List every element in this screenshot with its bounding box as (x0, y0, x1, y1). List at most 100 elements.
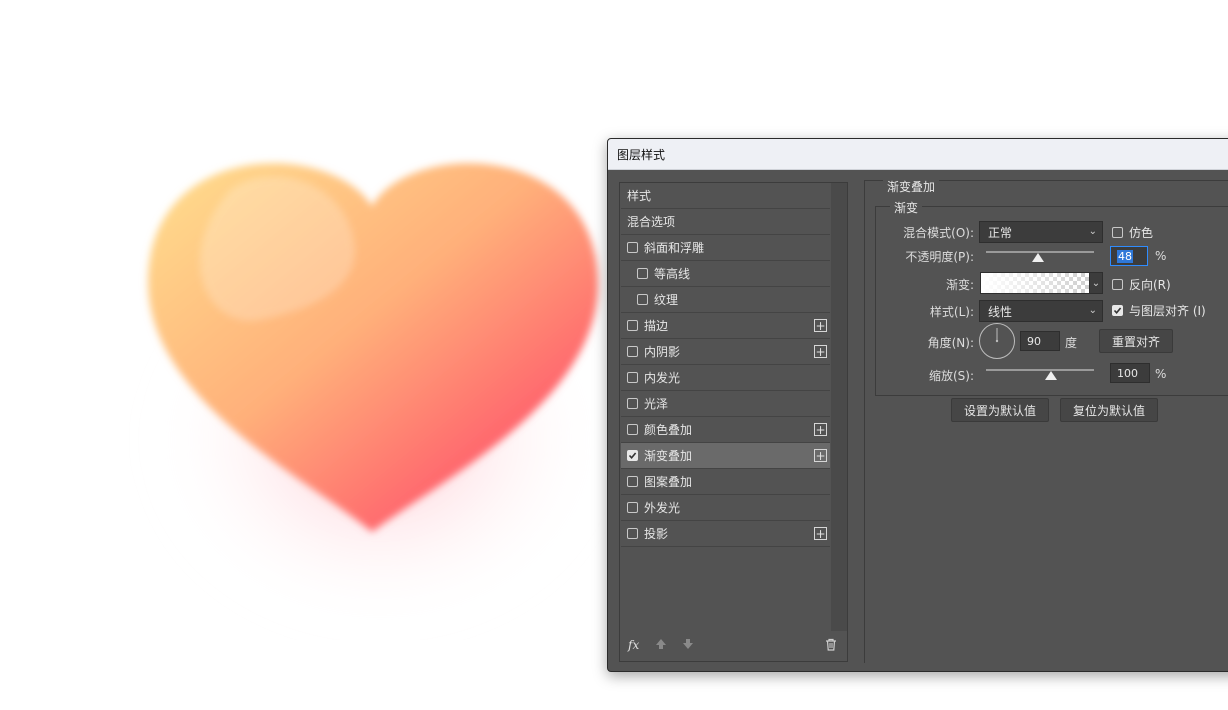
checkbox-box (1112, 227, 1123, 238)
reset-alignment-label: 重置对齐 (1111, 334, 1160, 349)
list-item-label: 图案叠加 (644, 475, 693, 489)
list-item-effect[interactable]: 图案叠加 (621, 469, 830, 495)
blend-mode-select[interactable]: 正常 ⌄ (979, 221, 1103, 243)
scale-unit: % (1155, 367, 1167, 381)
reverse-checkbox[interactable]: 反向(R) (1112, 276, 1171, 293)
add-effect-icon[interactable]: + (814, 449, 827, 462)
chevron-down-icon: ⌄ (1091, 277, 1101, 289)
angle-label: 角度(N): (927, 336, 974, 350)
style-label: 样式(L): (929, 305, 974, 319)
check-icon (628, 452, 637, 460)
list-item-label: 等高线 (654, 267, 691, 281)
layer-style-dialog: 图层样式 样式 混合选项 斜面和浮雕等高线纹理描边 + 内阴影 + 内发光光泽颜色叠加 +… (607, 138, 1228, 672)
list-item-label: 混合选项 (627, 215, 676, 229)
gradient-group: 渐变 混合模式(O): 正常 ⌄ 仿色 不透明度(P): 48 % 渐变: ⌄ (875, 199, 1228, 396)
list-item-label: 投影 (644, 527, 669, 541)
effect-checkbox[interactable] (627, 502, 638, 513)
list-item-label: 样式 (627, 189, 652, 203)
arrow-down-icon[interactable] (682, 638, 694, 653)
scale-slider-track[interactable] (986, 369, 1094, 371)
gradient-swatch[interactable] (980, 272, 1090, 294)
list-item-effect[interactable]: 等高线 (621, 261, 830, 287)
list-item-effect[interactable]: 内发光 (621, 365, 830, 391)
dialog-titlebar[interactable]: 图层样式 (608, 139, 1228, 170)
effect-checkbox[interactable] (627, 476, 638, 487)
add-effect-icon[interactable]: + (814, 527, 827, 540)
section-title: 渐变叠加 (883, 178, 940, 195)
list-item-label: 光泽 (644, 397, 669, 411)
reset-default-button[interactable]: 复位为默认值 (1060, 398, 1158, 422)
effect-checkbox[interactable] (627, 372, 638, 383)
list-item-effect[interactable]: 纹理 (621, 287, 830, 313)
effect-checkbox[interactable] (627, 450, 638, 461)
checkbox-box (1112, 305, 1123, 316)
list-item-effect[interactable]: 外发光 (621, 495, 830, 521)
opacity-input[interactable]: 48 (1110, 246, 1148, 266)
list-item-styles[interactable]: 样式 (621, 183, 830, 209)
effect-checkbox[interactable] (627, 528, 638, 539)
opacity-label: 不透明度(P): (905, 250, 974, 264)
align-label: 与图层对齐 (I) (1129, 304, 1206, 318)
effect-checkbox[interactable] (627, 320, 638, 331)
style-list-scrollbar[interactable] (831, 183, 847, 631)
set-default-label: 设置为默认值 (963, 403, 1036, 418)
blend-mode-label: 混合模式(O): (903, 226, 974, 240)
opacity-slider-thumb[interactable] (1031, 253, 1044, 262)
list-item-effect[interactable]: 斜面和浮雕 (621, 235, 830, 261)
list-item-label: 纹理 (654, 293, 679, 307)
list-item-label: 斜面和浮雕 (644, 241, 705, 255)
trash-icon[interactable] (825, 638, 837, 654)
reverse-label: 反向(R) (1129, 278, 1171, 292)
style-list-footer: fx (620, 631, 847, 661)
reset-default-label: 复位为默认值 (1072, 403, 1145, 418)
chevron-down-icon: ⌄ (1088, 305, 1097, 316)
dither-checkbox[interactable]: 仿色 (1112, 224, 1153, 241)
scale-value: 100 (1117, 366, 1138, 380)
scale-input[interactable]: 100 (1110, 363, 1150, 383)
set-default-button[interactable]: 设置为默认值 (951, 398, 1049, 422)
gradient-dropdown-button[interactable]: ⌄ (1089, 272, 1103, 294)
add-effect-icon[interactable]: + (814, 345, 827, 358)
list-item-blending-options[interactable]: 混合选项 (621, 209, 830, 235)
arrow-up-icon[interactable] (655, 638, 667, 653)
effect-checkbox[interactable] (637, 268, 648, 279)
blend-mode-value: 正常 (988, 225, 1013, 240)
reset-alignment-button[interactable]: 重置对齐 (1099, 329, 1173, 353)
list-item-label: 颜色叠加 (644, 423, 693, 437)
list-item-label: 渐变叠加 (644, 449, 693, 463)
effect-checkbox[interactable] (627, 242, 638, 253)
scale-slider-thumb[interactable] (1044, 371, 1057, 380)
check-icon (1113, 307, 1122, 315)
dialog-title: 图层样式 (617, 147, 666, 162)
effect-checkbox[interactable] (637, 294, 648, 305)
effect-checkbox[interactable] (627, 398, 638, 409)
add-effect-icon[interactable]: + (814, 319, 827, 332)
angle-dial[interactable] (979, 323, 1015, 359)
scale-label: 缩放(S): (928, 369, 974, 383)
effect-checkbox[interactable] (627, 424, 638, 435)
align-with-layer-checkbox[interactable]: 与图层对齐 (I) (1112, 302, 1206, 319)
fx-button[interactable]: fx (628, 638, 639, 652)
gradient-label: 渐变: (945, 278, 974, 292)
gradient-overlay-panel: 渐变叠加 渐变 混合模式(O): 正常 ⌄ 仿色 不透明度(P): 48 % 渐… (864, 178, 1228, 663)
add-effect-icon[interactable]: + (814, 423, 827, 436)
angle-value: 90 (1027, 334, 1041, 348)
heart-artwork (147, 163, 610, 630)
list-item-label: 描边 (644, 319, 669, 333)
list-item-effect[interactable]: 描边 + (621, 313, 830, 339)
opacity-value: 48 (1117, 249, 1133, 263)
list-item-effect[interactable]: 渐变叠加 + (621, 443, 830, 469)
angle-unit: 度 (1065, 336, 1078, 350)
effect-checkbox[interactable] (627, 346, 638, 357)
list-item-label: 外发光 (644, 501, 681, 515)
list-item-effect[interactable]: 投影 + (621, 521, 830, 547)
list-item-effect[interactable]: 内阴影 + (621, 339, 830, 365)
list-item-label: 内阴影 (644, 345, 681, 359)
group-title: 渐变 (890, 199, 923, 216)
angle-input[interactable]: 90 (1020, 331, 1060, 351)
list-item-effect[interactable]: 颜色叠加 + (621, 417, 830, 443)
style-value: 线性 (988, 304, 1013, 319)
style-select[interactable]: 线性 ⌄ (979, 300, 1103, 322)
list-item-effect[interactable]: 光泽 (621, 391, 830, 417)
angle-indicator-icon (995, 328, 999, 343)
